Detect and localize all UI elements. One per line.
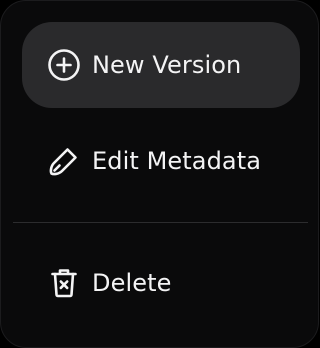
plus-circle-icon xyxy=(46,47,82,83)
menu-item-label: New Version xyxy=(92,51,242,79)
trash-icon xyxy=(46,265,82,301)
context-menu: New Version Edit Metadata Delete xyxy=(0,0,319,348)
menu-item-new-version[interactable]: New Version xyxy=(22,22,300,108)
menu-item-edit-metadata[interactable]: Edit Metadata xyxy=(22,118,300,204)
menu-divider xyxy=(13,222,308,223)
menu-item-label: Delete xyxy=(92,269,172,297)
edit-pencil-icon xyxy=(46,143,82,179)
menu-item-delete[interactable]: Delete xyxy=(22,240,300,326)
menu-item-label: Edit Metadata xyxy=(92,147,262,175)
